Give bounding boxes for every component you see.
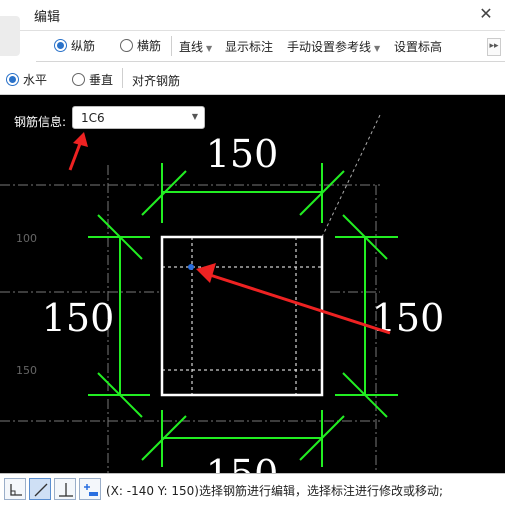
annotation-arrow-head <box>196 263 216 283</box>
line-type-label: 直线 <box>179 40 204 54</box>
line-type-dropdown[interactable]: 直线 ▼ <box>179 38 212 55</box>
leader-line <box>321 114 381 238</box>
radio-transverse[interactable]: 横筋 <box>120 37 161 54</box>
radio-vertical[interactable]: 垂直 <box>72 71 113 88</box>
separator <box>122 68 123 88</box>
radio-dot <box>120 39 133 52</box>
radio-dot-checked <box>54 39 67 52</box>
annotation-arrow-shaft <box>209 273 391 335</box>
radio-longitudinal-label: 纵筋 <box>71 39 96 53</box>
align-rebar-button[interactable]: 对齐钢筋 <box>132 72 180 89</box>
radio-horizontal-label: 水平 <box>23 73 48 87</box>
separator <box>171 36 172 56</box>
chevron-down-icon: ▼ <box>374 44 381 53</box>
set-elevation-button[interactable]: 设置标高 <box>394 38 442 55</box>
section-outline <box>160 235 324 397</box>
manual-ref-line-dropdown[interactable]: 手动设置参考线 ▼ <box>287 38 380 55</box>
radio-dot <box>72 73 85 86</box>
title-bar: 编辑 ✕ <box>0 0 505 31</box>
annotation-arrow-shaft <box>68 140 83 171</box>
align-rebar-label: 对齐钢筋 <box>132 74 181 88</box>
window-title: 编辑 <box>34 10 61 25</box>
toolbar-secondary: 水平 垂直 对齐钢筋 <box>0 62 505 95</box>
show-dimension-button[interactable]: 显示标注 <box>225 38 273 55</box>
radio-vertical-label: 垂直 <box>89 73 114 87</box>
rebar-point <box>188 264 194 270</box>
radio-horizontal[interactable]: 水平 <box>6 71 47 88</box>
dimension-text-bottom: 150 <box>206 452 279 473</box>
side-panel-stub <box>0 16 20 56</box>
add-point-icon[interactable] <box>79 478 101 500</box>
radio-transverse-label: 横筋 <box>137 39 162 53</box>
dimension-text-left: 150 <box>42 296 115 340</box>
status-text: (X: -140 Y: 150)选择钢筋进行编辑，选择标注进行修改或移动; <box>106 484 444 498</box>
oblique-line-icon[interactable] <box>29 478 51 500</box>
show-dimension-label: 显示标注 <box>225 40 274 54</box>
chevron-down-icon: ▼ <box>206 44 213 53</box>
rebar-info-select[interactable]: 1C6 ▼ <box>72 106 205 129</box>
orthogonal-icon[interactable] <box>4 478 26 500</box>
manual-ref-line-label: 手动设置参考线 <box>287 40 372 54</box>
annotation-arrow-head <box>73 132 88 147</box>
toolbar-more-button[interactable]: ▸▸ <box>487 38 501 56</box>
dimension-text-right: 150 <box>372 296 445 340</box>
close-icon[interactable]: ✕ <box>477 5 495 23</box>
drawing-canvas[interactable]: 100 150 150 150 150 钢筋信息: 1C6 ▼ <box>0 95 505 473</box>
set-elevation-label: 设置标高 <box>394 40 443 54</box>
status-bar: (X: -140 Y: 150)选择钢筋进行编辑，选择标注进行修改或移动; <box>0 473 505 506</box>
section-drawing: 100 150 150 150 150 <box>0 114 445 473</box>
rebar-info-label: 钢筋信息: <box>14 115 67 129</box>
toolbar-main: 纵筋 横筋 直线 ▼ 显示标注 手动设置参考线 ▼ 设置标高 <box>36 31 505 62</box>
chevron-down-icon: ▼ <box>191 112 198 121</box>
radio-longitudinal[interactable]: 纵筋 <box>54 37 95 54</box>
dimension-text-top: 150 <box>206 132 279 176</box>
axis-label-lower: 150 <box>16 364 37 377</box>
radio-dot-checked <box>6 73 19 86</box>
perpendicular-icon[interactable] <box>54 478 76 500</box>
axis-label-upper: 100 <box>16 232 37 245</box>
rebar-info-value: 1C6 <box>81 111 105 125</box>
